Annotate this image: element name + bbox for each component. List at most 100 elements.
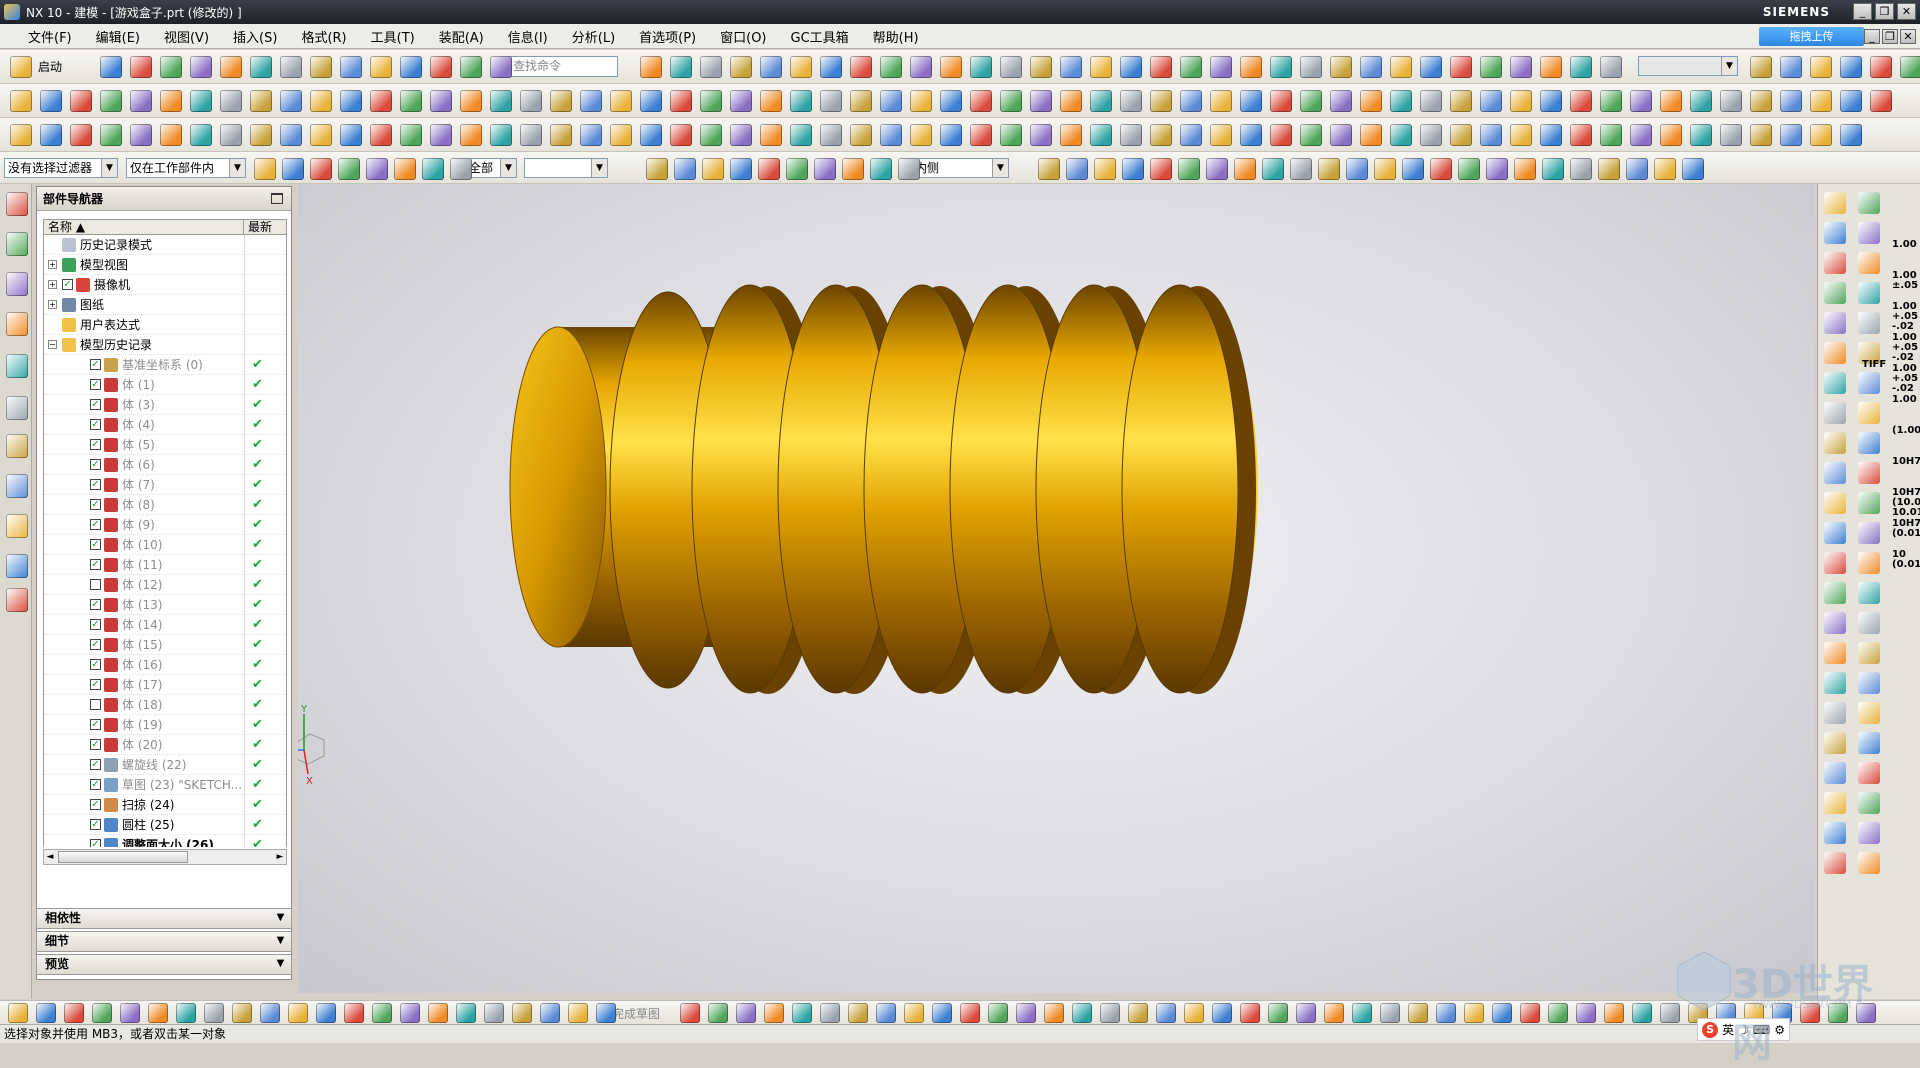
toolbar-tool-icon[interactable] <box>850 56 872 78</box>
toolbar-tool-icon[interactable] <box>1234 158 1256 180</box>
toolbar-tool-icon[interactable] <box>370 124 392 146</box>
toolbar-tool-icon[interactable] <box>310 158 332 180</box>
toolbar-tool-icon[interactable] <box>372 1003 392 1023</box>
toolbar-tool-icon[interactable] <box>842 158 864 180</box>
visibility-checkbox[interactable]: ✓ <box>90 439 101 450</box>
toolbar-tool-icon[interactable] <box>1654 158 1676 180</box>
dimension-style-label[interactable]: 10H7 (10.00 10.015) <box>1892 488 1920 518</box>
tree-row[interactable]: ✓ 体 (20) ✔ <box>44 735 286 755</box>
right-tool-icon[interactable] <box>1858 852 1880 874</box>
tree-row[interactable]: + 模型视图 <box>44 255 286 275</box>
toolbar-tool-icon[interactable] <box>910 90 932 112</box>
toolbar-tool-icon[interactable] <box>340 124 362 146</box>
menu-item-9[interactable]: 首选项(P) <box>627 27 708 46</box>
toolbar-tool-icon[interactable] <box>1150 56 1172 78</box>
panel-details[interactable]: 细节 ▼ <box>36 931 292 952</box>
toolbar-tool-icon[interactable] <box>1066 158 1088 180</box>
tree-row[interactable]: ✓ 体 (6) ✔ <box>44 455 286 475</box>
right-tool-icon[interactable] <box>1858 612 1880 634</box>
toolbar-tool-icon[interactable] <box>456 1003 476 1023</box>
toolbar-disabled-combo[interactable]: ▼ <box>1638 56 1738 76</box>
dimension-style-label[interactable]: (1.00) <box>1892 426 1920 436</box>
toolbar-tool-icon[interactable] <box>1094 158 1116 180</box>
toolbar-tool-icon[interactable] <box>1540 56 1562 78</box>
toolbar-tool-icon[interactable] <box>450 158 472 180</box>
toolbar-tool-icon[interactable] <box>1044 1003 1064 1023</box>
menu-item-8[interactable]: 分析(L) <box>560 27 627 46</box>
toolbar-tool-icon[interactable] <box>204 1003 224 1023</box>
toolbar-tool-icon[interactable] <box>1870 56 1892 78</box>
toolbar-tool-icon[interactable] <box>1510 90 1532 112</box>
toolbar-tool-icon[interactable] <box>1330 124 1352 146</box>
toolbar-tool-icon[interactable] <box>1128 1003 1148 1023</box>
visibility-checkbox[interactable]: ✓ <box>90 419 101 430</box>
resource-tab-icon[interactable] <box>6 272 28 296</box>
toolbar-tool-icon[interactable] <box>1000 90 1022 112</box>
toolbar-tool-icon[interactable] <box>1150 124 1172 146</box>
toolbar-tool-icon[interactable] <box>148 1003 168 1023</box>
upload-button[interactable]: 拖拽上传 <box>1759 27 1864 46</box>
visibility-checkbox[interactable] <box>90 579 101 590</box>
right-tool-icon[interactable] <box>1858 432 1880 454</box>
right-tool-icon[interactable] <box>1858 462 1880 484</box>
tree-row[interactable]: ✓ 体 (5) ✔ <box>44 435 286 455</box>
toolbar-tool-icon[interactable] <box>1660 90 1682 112</box>
right-tool-icon[interactable] <box>1858 252 1880 274</box>
toolbar-tool-icon[interactable] <box>1380 1003 1400 1023</box>
toolbar-tool-icon[interactable] <box>10 124 32 146</box>
doc-restore-icon[interactable]: ❐ <box>1882 29 1898 44</box>
toolbar-tool-icon[interactable] <box>1510 56 1532 78</box>
toolbar-tool-icon[interactable] <box>250 90 272 112</box>
toolbar-tool-icon[interactable] <box>674 158 696 180</box>
toolbar-tool-icon[interactable] <box>1480 124 1502 146</box>
resource-tab-icon[interactable] <box>6 514 28 538</box>
toolbar-tool-icon[interactable] <box>880 90 902 112</box>
toolbar-tool-icon[interactable] <box>1120 124 1142 146</box>
toolbar-tool-icon[interactable] <box>1184 1003 1204 1023</box>
toolbar-tool-icon[interactable] <box>394 158 416 180</box>
toolbar-tool-icon[interactable] <box>790 90 812 112</box>
right-tool-icon[interactable] <box>1824 612 1846 634</box>
toolbar-tool-icon[interactable] <box>1352 1003 1372 1023</box>
toolbar-tool-icon[interactable] <box>1038 158 1060 180</box>
toolbar-tool-icon[interactable] <box>764 1003 784 1023</box>
toolbar-tool-icon[interactable] <box>1390 56 1412 78</box>
right-tool-icon[interactable] <box>1824 672 1846 694</box>
toolbar-tool-icon[interactable] <box>680 1003 700 1023</box>
toolbar-tool-icon[interactable] <box>1346 158 1368 180</box>
toolbar-tool-icon[interactable] <box>596 1003 616 1023</box>
toolbar-tool-icon[interactable] <box>1060 124 1082 146</box>
toolbar-tool-icon[interactable] <box>1060 90 1082 112</box>
toolbar-tool-icon[interactable] <box>1520 1003 1540 1023</box>
resource-tab-icon[interactable] <box>6 232 28 256</box>
right-tool-icon[interactable] <box>1858 582 1880 604</box>
toolbar-tool-icon[interactable] <box>254 158 276 180</box>
toolbar-tool-icon[interactable] <box>1548 1003 1568 1023</box>
visibility-checkbox[interactable]: ✓ <box>90 359 101 370</box>
dimension-style-label[interactable]: 1.00 +.05 -.02 <box>1892 302 1918 332</box>
toolbar-tool-icon[interactable] <box>1030 56 1052 78</box>
toolbar-tool-icon[interactable] <box>1296 1003 1316 1023</box>
toolbar-tool-icon[interactable] <box>422 158 444 180</box>
tree-row[interactable]: ✓ 体 (11) ✔ <box>44 555 286 575</box>
visibility-checkbox[interactable]: ✓ <box>90 399 101 410</box>
toolbar-tool-icon[interactable] <box>1240 90 1262 112</box>
toolbar-tool-icon[interactable] <box>880 56 902 78</box>
toolbar-tool-icon[interactable] <box>988 1003 1008 1023</box>
right-tool-icon[interactable] <box>1824 552 1846 574</box>
visibility-checkbox[interactable]: ✓ <box>90 459 101 470</box>
toolbar-tool-icon[interactable] <box>1120 56 1142 78</box>
resource-tab-icon[interactable] <box>6 396 28 420</box>
toolbar-tool-icon[interactable] <box>550 124 572 146</box>
right-tool-icon[interactable] <box>1858 402 1880 424</box>
resource-tab-icon[interactable] <box>6 434 28 458</box>
toolbar-tool-icon[interactable] <box>1206 158 1228 180</box>
toolbar-tool-icon[interactable] <box>1210 124 1232 146</box>
toolbar-tool-icon[interactable] <box>1660 124 1682 146</box>
tree-row[interactable]: ✓ 扫掠 (24) ✔ <box>44 795 286 815</box>
toolbar-tool-icon[interactable] <box>870 158 892 180</box>
tree-row[interactable]: ✓ 体 (13) ✔ <box>44 595 286 615</box>
toolbar-tool-icon[interactable] <box>790 124 812 146</box>
toolbar-tool-icon[interactable] <box>1604 1003 1624 1023</box>
toolbar-tool-icon[interactable] <box>1178 158 1200 180</box>
